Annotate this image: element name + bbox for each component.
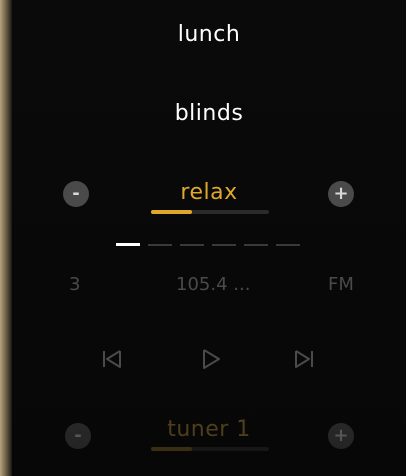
- source-level-bar[interactable]: [151, 447, 269, 451]
- skip-next-icon[interactable]: [291, 346, 317, 372]
- source-level-fill: [151, 447, 193, 451]
- control-panel: lunch blinds - relax + 3 105.4 ... FM - …: [12, 0, 406, 476]
- page-dot[interactable]: [148, 244, 172, 246]
- source-plus-button[interactable]: +: [328, 423, 354, 449]
- skip-previous-icon[interactable]: [99, 346, 125, 372]
- menu-item-blinds[interactable]: blinds: [12, 101, 406, 126]
- play-icon[interactable]: [198, 346, 224, 372]
- frequency-display: 105.4 ...: [176, 274, 251, 295]
- page-dot[interactable]: [244, 244, 268, 246]
- scene-level-bar[interactable]: [151, 210, 269, 214]
- preset-number: 3: [69, 274, 81, 295]
- band-label[interactable]: FM: [328, 274, 354, 295]
- menu-item-lunch[interactable]: lunch: [12, 22, 406, 47]
- page-dot[interactable]: [276, 244, 300, 246]
- scene-plus-button[interactable]: +: [328, 181, 354, 207]
- page-dot[interactable]: [180, 244, 204, 246]
- page-dot[interactable]: [212, 244, 236, 246]
- page-dot[interactable]: [116, 243, 140, 246]
- scene-level-fill: [151, 210, 193, 214]
